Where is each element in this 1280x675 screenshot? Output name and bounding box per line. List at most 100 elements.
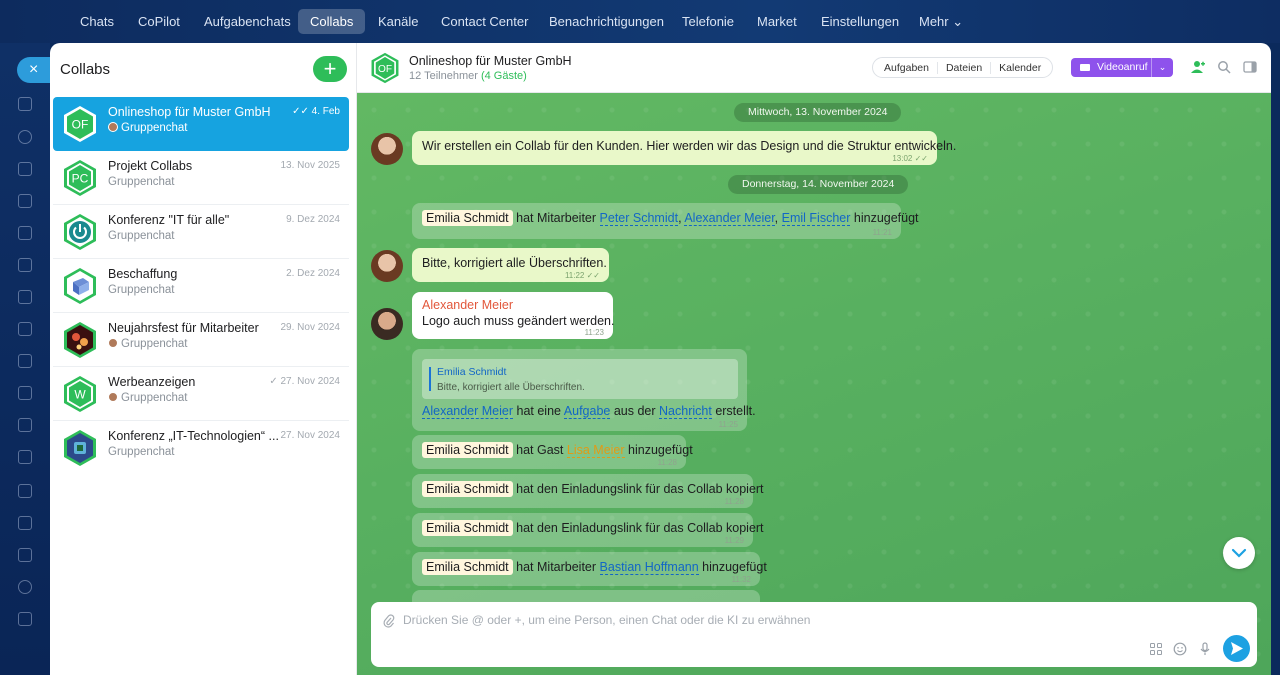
collab-avatar-icon[interactable]: OF [369,52,401,84]
chevron-down-icon [1231,548,1247,558]
rail-filter-icon[interactable] [18,450,32,464]
chat-item-projekt-collabs[interactable]: PC Projekt Collabs Gruppenchat 13. Nov 2… [53,151,349,205]
guest-link[interactable]: Lisa Meier [566,443,625,458]
rail-chat-icon[interactable] [18,354,32,368]
search-icon[interactable] [1217,60,1231,74]
nav-contact-center[interactable]: Contact Center [429,9,540,34]
chat-item-beschaffung[interactable]: Beschaffung Gruppenchat 2. Dez 2024 [53,259,349,313]
add-user-icon[interactable] [1191,60,1205,74]
chat-item-konferenz-it-technologien[interactable]: Konferenz „IT-Technologien“ ... Gruppenc… [53,421,349,475]
svg-text:OF: OF [378,64,392,75]
rail-card-icon[interactable] [18,516,32,530]
svg-text:W: W [74,388,86,402]
collabs-sidebar: Collabs + OF Onlineshop für Muster GmbH … [50,43,357,675]
emoji-icon[interactable] [1173,642,1187,656]
chat-date: ✓ 27. Nov 2024 [269,376,340,387]
rail-docs-icon[interactable] [18,162,32,176]
chat-date: 2. Dez 2024 [286,268,340,279]
nav-benachrichtigungen[interactable]: Benachrichtigungen [537,9,676,34]
user-link[interactable]: Peter Schmidt [599,211,679,226]
attachment-icon[interactable] [383,614,395,628]
rail-box-icon[interactable] [18,418,32,432]
message-bubble[interactable]: Bitte, korrigiert alle Überschriften. 11… [412,248,609,282]
avatar [108,338,118,348]
collab-avatar-icon: W [64,376,96,412]
system-message: Emilia Schmidt hat den Einladungslink fü… [412,474,764,508]
rail-calendar-icon[interactable] [18,194,32,208]
chat-name: Werbeanzeigen [108,375,196,389]
chat-header: OF Onlineshop für Muster GmbH 12 Teilneh… [357,43,1271,93]
rail-drive-icon[interactable] [18,226,32,240]
participants-count[interactable]: 12 Teilnehmer (4 Gäste) [409,70,527,82]
chat-name: Projekt Collabs [108,159,193,173]
apps-grid-icon[interactable] [1149,642,1163,656]
nav-market[interactable]: Market [745,9,809,34]
video-call-button[interactable]: Videoanruf ⌄ [1071,58,1173,77]
microphone-icon[interactable] [1198,642,1212,656]
nav-telefonie[interactable]: Telefonie [670,9,746,34]
task-link[interactable]: Aufgabe [563,404,611,419]
date-separator: Donnerstag, 14. November 2024 [728,175,909,194]
message-link[interactable]: Nachricht [659,404,712,419]
send-button[interactable] [1223,635,1250,662]
rail-activity-icon[interactable] [18,97,32,111]
video-dropdown-chevron-icon[interactable]: ⌄ [1151,58,1173,77]
rail-screen-icon[interactable] [18,258,32,272]
message-input[interactable]: Drücken Sie @ oder +, um eine Person, ei… [403,613,810,627]
user-tag: Emilia Schmidt [422,481,513,497]
nav-einstellungen[interactable]: Einstellungen [809,9,911,34]
power-logo-icon [64,214,96,250]
avatar[interactable] [371,133,403,165]
tab-aufgaben[interactable]: Aufgaben [876,61,938,74]
user-link[interactable]: Bastian Hoffmann [599,560,699,575]
chat-subtitle: Gruppenchat [108,392,188,404]
rail-more-icon[interactable] [18,612,32,626]
chat-item-konferenz-it[interactable]: Konferenz "IT für alle" Gruppenchat 9. D… [53,205,349,259]
chat-item-werbeanzeigen[interactable]: W Werbeanzeigen Gruppenchat ✓ 27. Nov 20… [53,367,349,421]
user-link[interactable]: Alexander Meier [684,211,775,226]
avatar[interactable] [371,308,403,340]
rail-sign-icon[interactable] [18,386,32,400]
avatar[interactable] [371,250,403,282]
date-separator: Mittwoch, 13. November 2024 [734,103,902,122]
scroll-down-button[interactable] [1223,537,1255,569]
message-bubble[interactable]: Alexander Meier Logo auch muss geändert … [412,292,615,339]
top-navigation: Chats CoPilot Aufgabenchats Collabs Kanä… [0,0,1280,43]
user-link[interactable]: Alexander Meier [422,404,514,419]
send-icon [1231,642,1243,655]
quoted-message[interactable]: Emilia Schmidt Bitte, korrigiert alle Üb… [422,359,738,399]
chat-name: Neujahrsfest für Mitarbeiter [108,321,259,335]
chat-item-onlineshop[interactable]: OF Onlineshop für Muster GmbH Gruppencha… [53,97,349,151]
panel-toggle-icon[interactable] [1243,60,1257,74]
close-panel-button[interactable]: × [17,57,53,83]
message-bubble[interactable]: Wir erstellen ein Collab für den Kunden.… [412,131,956,165]
nav-aufgabenchats[interactable]: Aufgabenchats [192,9,303,34]
nav-kanaele[interactable]: Kanäle [366,9,430,34]
message-area[interactable]: Mittwoch, 13. November 2024 Wir erstelle… [357,93,1271,675]
chat-name: Konferenz "IT für alle" [108,213,230,227]
rail-users-icon[interactable] [18,130,32,144]
rail-help-icon[interactable] [18,580,32,594]
chat-date: 13. Nov 2025 [280,160,341,171]
chat-subtitle: Gruppenchat [108,446,175,458]
add-collab-button[interactable]: + [313,56,347,82]
chat-subtitle: Gruppenchat [108,338,188,350]
rail-file-icon[interactable] [18,548,32,562]
user-tag: Emilia Schmidt [422,442,513,458]
chat-title[interactable]: Onlineshop für Muster GmbH [409,54,572,68]
tab-dateien[interactable]: Dateien [938,61,992,74]
avatar [108,392,118,402]
rail-tasks-icon[interactable] [18,290,32,304]
nav-copilot[interactable]: CoPilot [126,9,192,34]
header-tabs: Aufgaben Dateien Kalender [872,57,1054,78]
chat-item-neujahrsfest[interactable]: Neujahrsfest für Mitarbeiter Gruppenchat… [53,313,349,367]
user-link[interactable]: Emil Fischer [781,211,851,226]
nav-chats[interactable]: Chats [68,9,126,34]
tab-kalender[interactable]: Kalender [991,62,1049,74]
rail-cart-icon[interactable] [18,484,32,498]
system-message: Emilia Schmidt hat Gast Lisa Meier hinzu… [412,435,693,469]
chat-date: ✓✓ 4. Feb [292,106,340,117]
nav-collabs[interactable]: Collabs [298,9,366,34]
rail-mail-icon[interactable] [18,322,32,336]
nav-mehr[interactable]: Mehr ⌄ [907,9,975,34]
